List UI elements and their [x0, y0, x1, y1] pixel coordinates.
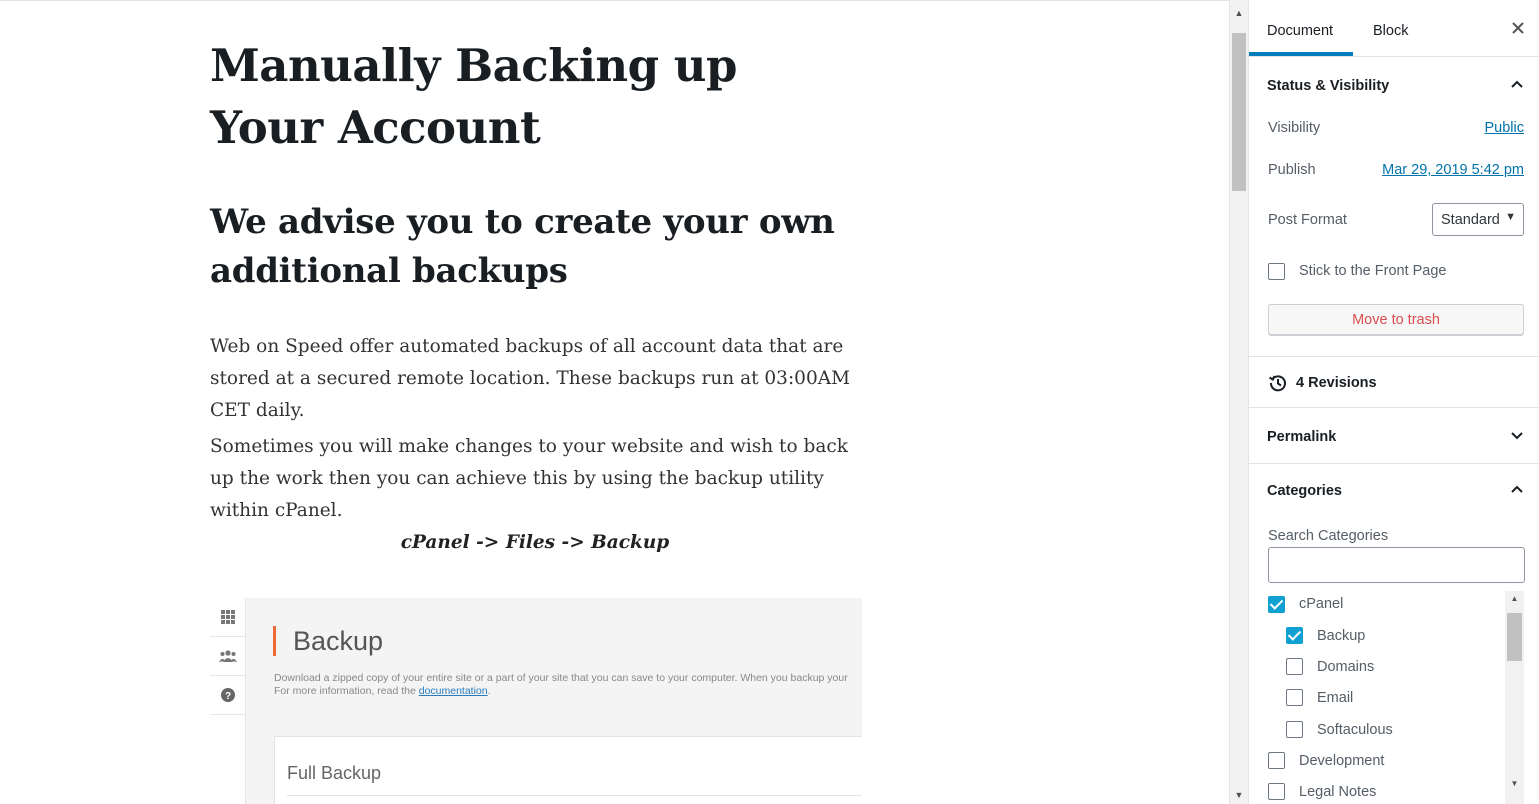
- image-documentation-link: documentation: [418, 685, 488, 697]
- category-checkbox-domains[interactable]: [1286, 658, 1303, 675]
- scroll-up-arrow-icon[interactable]: ▲: [1230, 4, 1248, 22]
- image-description-line: Download a zipped copy of your entire si…: [274, 672, 848, 684]
- scroll-down-arrow-icon[interactable]: ▼: [1505, 776, 1524, 792]
- scroll-up-arrow-icon[interactable]: ▲: [1505, 591, 1524, 607]
- category-label: Development: [1299, 753, 1385, 769]
- publish-date-link[interactable]: Mar 29, 2019 5:42 pm: [1382, 162, 1524, 178]
- divider: [287, 795, 862, 796]
- panel-title: Status & Visibility: [1267, 77, 1390, 94]
- image-full-backup-card: Full Backup: [274, 736, 862, 804]
- image-backup-title: Backup: [273, 626, 383, 656]
- svg-text:?: ?: [225, 691, 231, 702]
- post-format-value: Standard: [1441, 212, 1500, 228]
- tab-block[interactable]: Block: [1373, 0, 1408, 57]
- chevron-down-icon: ▼: [1505, 211, 1516, 223]
- scrollbar-thumb[interactable]: [1232, 33, 1246, 191]
- category-checkbox-development[interactable]: [1268, 752, 1285, 769]
- revisions-panel[interactable]: 4 Revisions: [1249, 356, 1539, 408]
- category-label: Legal Notes: [1299, 784, 1377, 800]
- categories-header[interactable]: Categories: [1249, 465, 1539, 517]
- search-categories-input[interactable]: [1268, 547, 1525, 583]
- history-icon: [1268, 375, 1286, 392]
- category-checkbox-backup[interactable]: [1286, 627, 1303, 644]
- post-title[interactable]: Manually Backing up Your Account: [210, 35, 850, 159]
- chevron-down-icon: [1511, 432, 1523, 440]
- image-description-prefix: For more information, read the: [274, 685, 419, 697]
- visibility-label: Visibility: [1268, 120, 1321, 136]
- stick-to-front-checkbox[interactable]: [1268, 263, 1285, 280]
- tab-document[interactable]: Document: [1267, 0, 1333, 57]
- category-label: Email: [1317, 690, 1354, 706]
- help-icon: ?: [210, 676, 246, 715]
- revisions-label: 4 Revisions: [1296, 375, 1377, 391]
- category-checkbox-cpanel[interactable]: [1268, 596, 1285, 613]
- image-description: Download a zipped copy of your entire si…: [274, 672, 862, 698]
- image-block[interactable]: ? Backup Download a zipped copy of your …: [210, 598, 862, 804]
- post-format-label: Post Format: [1268, 212, 1347, 228]
- close-icon[interactable]: [1511, 18, 1525, 41]
- menu-path-paragraph[interactable]: cPanel -> Files -> Backup: [210, 532, 860, 553]
- visibility-link[interactable]: Public: [1485, 120, 1525, 136]
- image-sidebar-rail: ?: [210, 598, 246, 804]
- search-categories-label: Search Categories: [1268, 528, 1389, 544]
- move-to-trash-button[interactable]: Move to trash: [1268, 304, 1524, 336]
- paragraph-block[interactable]: Web on Speed offer automated backups of …: [210, 331, 860, 427]
- scrollbar-thumb[interactable]: [1507, 613, 1522, 661]
- category-label: Domains: [1317, 659, 1375, 675]
- scroll-down-arrow-icon[interactable]: ▼: [1230, 786, 1248, 804]
- grid-icon: [210, 598, 246, 637]
- category-label: cPanel: [1299, 596, 1344, 612]
- image-description-line: For more information, read the documenta…: [274, 685, 862, 698]
- image-description-suffix: .: [487, 685, 491, 697]
- sidebar-tabs: Document Block: [1249, 0, 1539, 57]
- panel-title: Categories: [1267, 483, 1342, 499]
- stick-to-front-label: Stick to the Front Page: [1299, 263, 1447, 279]
- chevron-up-icon: [1511, 485, 1523, 493]
- post-format-select[interactable]: Standard ▼: [1432, 203, 1524, 236]
- category-checkbox-legal-notes[interactable]: [1268, 783, 1285, 800]
- editor-canvas[interactable]: Manually Backing up Your Account We advi…: [0, 0, 1229, 804]
- permalink-header[interactable]: Permalink: [1249, 409, 1539, 464]
- paragraph-block[interactable]: Sometimes you will make changes to your …: [210, 431, 860, 527]
- heading-block[interactable]: We advise you to create your own additio…: [210, 198, 850, 296]
- editor-scrollbar[interactable]: ▲ ▼: [1229, 0, 1248, 804]
- settings-sidebar: Document Block Status & Visibility Visib…: [1248, 0, 1539, 804]
- image-full-backup-title: Full Backup: [287, 763, 382, 783]
- panel-title: Permalink: [1267, 429, 1337, 445]
- publish-label: Publish: [1268, 162, 1316, 178]
- chevron-up-icon: [1511, 80, 1523, 88]
- category-label: Backup: [1317, 628, 1366, 644]
- category-checkbox-email[interactable]: [1286, 689, 1303, 706]
- users-icon: [210, 637, 246, 676]
- categories-scrollbar[interactable]: ▲ ▼: [1505, 591, 1524, 804]
- active-tab-indicator: [1249, 52, 1353, 56]
- status-visibility-header[interactable]: Status & Visibility: [1249, 58, 1539, 113]
- category-label: Softaculous: [1317, 722, 1393, 738]
- category-checkbox-softaculous[interactable]: [1286, 721, 1303, 738]
